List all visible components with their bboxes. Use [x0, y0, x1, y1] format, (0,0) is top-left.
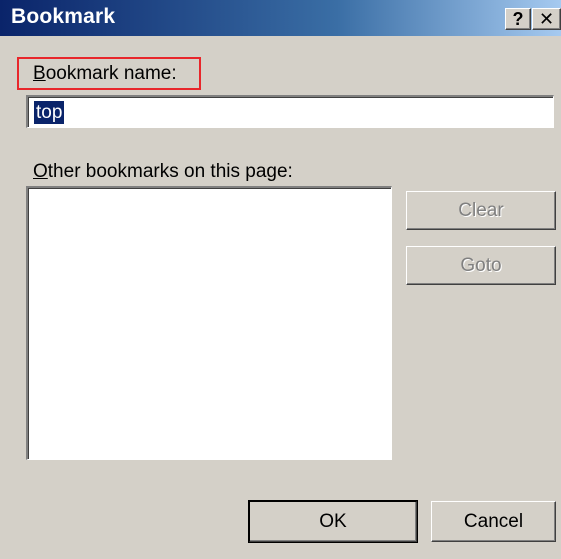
bookmark-name-label-text: ookmark name:	[45, 63, 177, 84]
clear-button-label: Clear	[458, 199, 504, 221]
window-title: Bookmark	[11, 5, 116, 28]
bookmark-name-mnemonic: B	[33, 63, 46, 84]
other-bookmarks-mnemonic: O	[33, 161, 48, 182]
goto-button[interactable]: Goto	[406, 246, 556, 285]
cancel-button-label: Cancel	[463, 510, 524, 532]
bookmark-name-value[interactable]: top	[34, 101, 65, 124]
question-icon: ?	[512, 9, 524, 29]
bookmark-name-input[interactable]: top	[26, 95, 554, 128]
close-icon: ✕	[538, 9, 555, 29]
title-bar[interactable]: Bookmark ? ✕	[0, 0, 561, 36]
bookmark-name-label: Bookmark name:	[33, 63, 177, 85]
help-button[interactable]: ?	[505, 8, 531, 30]
goto-button-label: Goto	[460, 254, 502, 276]
ok-button[interactable]: OK	[248, 500, 418, 543]
ok-button-label: OK	[319, 510, 347, 532]
close-button[interactable]: ✕	[532, 8, 561, 30]
clear-button[interactable]: Clear	[406, 191, 556, 230]
other-bookmarks-label: Other bookmarks on this page:	[33, 161, 293, 183]
other-bookmarks-list[interactable]	[26, 186, 392, 460]
cancel-button[interactable]: Cancel	[431, 501, 556, 542]
other-bookmarks-label-text: ther bookmarks on this page:	[47, 161, 293, 182]
